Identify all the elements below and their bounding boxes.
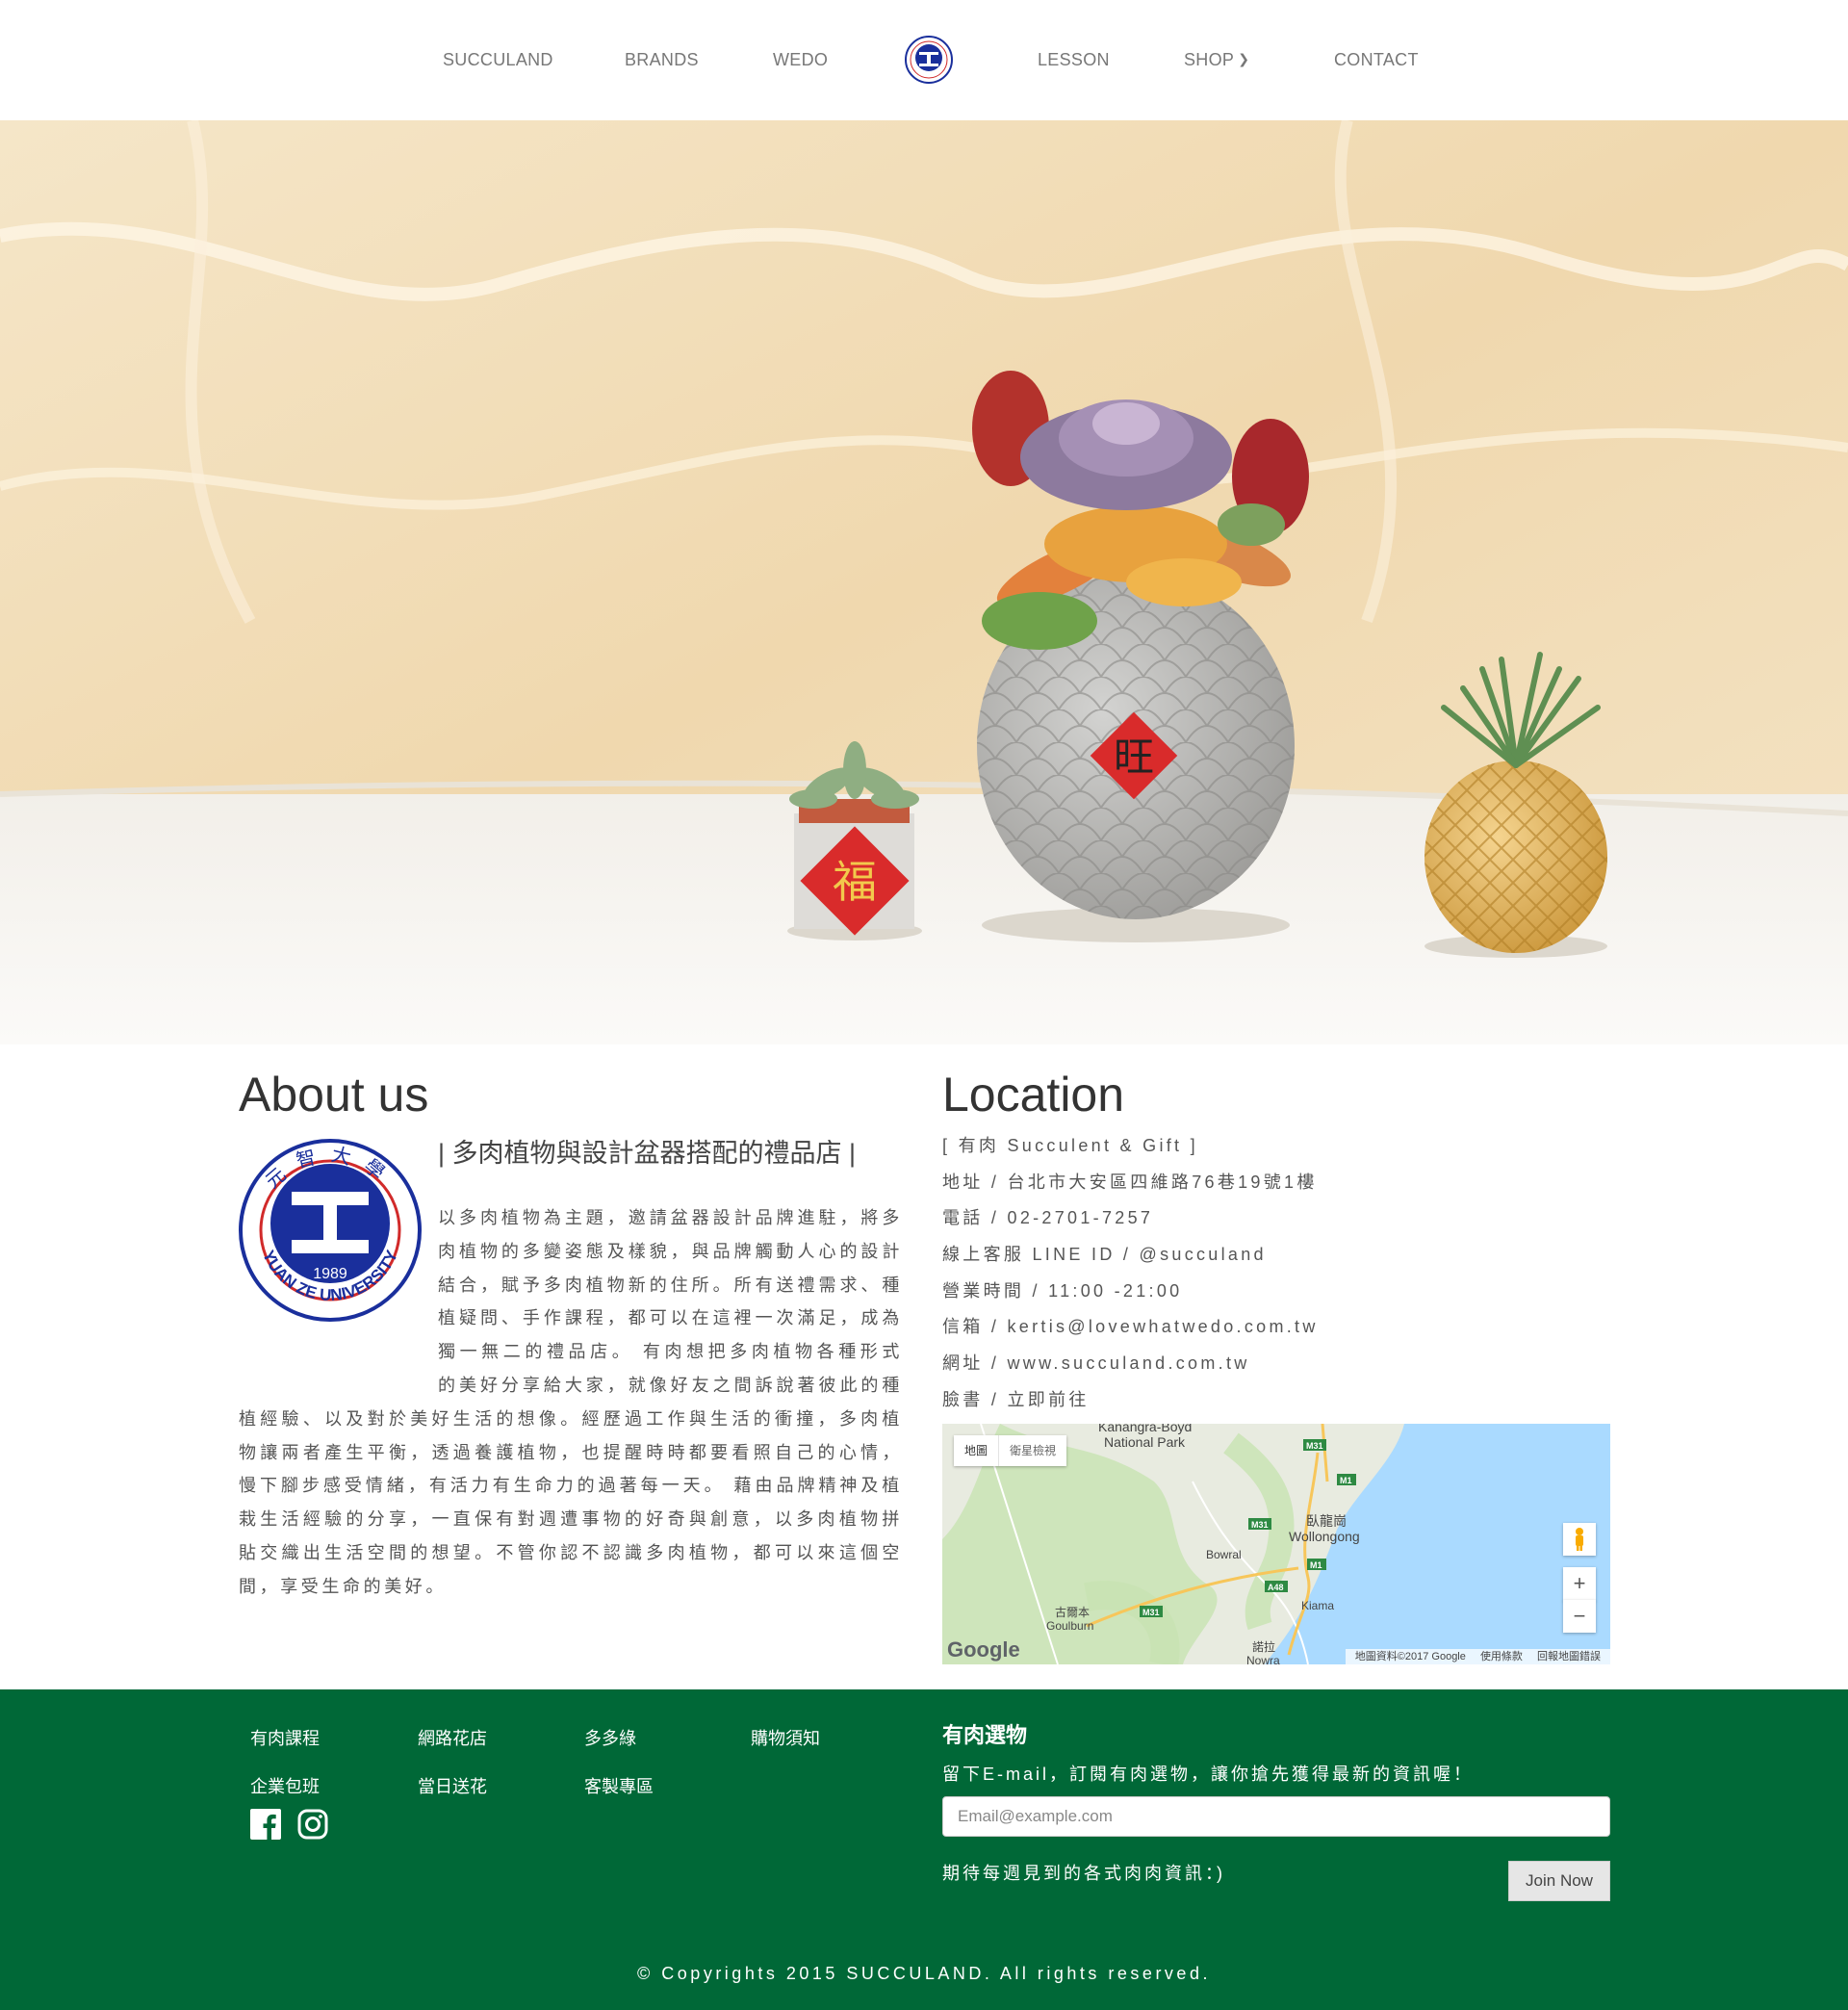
- pot-left-character: 福: [833, 856, 877, 908]
- road-sign: A48: [1268, 1583, 1284, 1592]
- footer-link-online-florist[interactable]: 網路花店: [418, 1725, 487, 1750]
- road-sign: M1: [1310, 1560, 1322, 1570]
- road-sign: M31: [1142, 1608, 1160, 1617]
- store-phone: 電話 / 02-2701-7257: [942, 1208, 1154, 1228]
- top-navigation: SUCCULAND BRANDS WEDO LESSON SHOP ❯ CONTA…: [0, 0, 1848, 121]
- store-facebook[interactable]: 臉書 / 立即前往: [942, 1385, 1319, 1422]
- map-label-wollongong-zh: 臥龍崗: [1306, 1513, 1347, 1529]
- map-label-nowra-zh: 諾拉: [1252, 1639, 1275, 1654]
- map-label-kiama: Kiama: [1301, 1599, 1334, 1612]
- map-type-map[interactable]: 地圖: [954, 1435, 998, 1466]
- nav-shop-label: SHOP: [1184, 50, 1235, 69]
- location-title: Location: [942, 1068, 1125, 1121]
- about-subtitle: | 多肉植物與設計盆器搭配的禮品店 |: [438, 1139, 857, 1168]
- newsletter-description: 留下E-mail，訂閱有肉選物，讓你搶先獲得最新的資訊喔！: [942, 1765, 1475, 1784]
- map-report-link[interactable]: 回報地圖錯誤: [1537, 1651, 1601, 1662]
- store-hours: 營業時間 / 11:00 -21:00: [942, 1280, 1183, 1301]
- copyright: © Copyrights 2015 SUCCULAND. All rights …: [637, 1964, 1211, 1983]
- footer-link-same-day-delivery[interactable]: 當日送花: [418, 1773, 487, 1798]
- zoom-in-button[interactable]: +: [1563, 1567, 1596, 1601]
- footer-link-corporate-class[interactable]: 企業包班: [250, 1773, 320, 1798]
- nav-wedo[interactable]: WEDO: [773, 50, 828, 70]
- pot-center-character: 旺: [1114, 734, 1154, 781]
- instagram-icon[interactable]: [297, 1809, 328, 1840]
- nav-succuland[interactable]: SUCCULAND: [443, 50, 553, 70]
- join-now-button[interactable]: Join Now: [1508, 1861, 1610, 1901]
- facebook-icon[interactable]: [250, 1809, 281, 1840]
- newsletter-title: 有肉選物: [942, 1723, 1028, 1747]
- map-label-goulburn: Goulburn: [1046, 1619, 1093, 1633]
- newsletter-hint: 期待每週見到的各式肉肉資訊：): [942, 1864, 1225, 1883]
- store-line-id: 線上客服 LINE ID / @succuland: [942, 1245, 1267, 1265]
- nav-lesson[interactable]: LESSON: [1038, 50, 1110, 70]
- google-logo: Google: [947, 1637, 1020, 1662]
- map-data-credit: 地圖資料©2017 Google: [1354, 1651, 1466, 1662]
- about-body: 以多肉植物為主題，邀請盆器設計品牌進駐，將多肉植物的多變姿態及樣貌，與品牌觸動人…: [239, 1201, 903, 1604]
- zoom-out-button[interactable]: −: [1563, 1600, 1596, 1633]
- map-attribution: 地圖資料©2017 Google 使用條款 回報地圖錯誤: [1345, 1649, 1610, 1664]
- store-website[interactable]: 網址 / www.succuland.com.tw: [942, 1349, 1319, 1385]
- map-type-satellite[interactable]: 衛星檢視: [998, 1435, 1066, 1466]
- footer-link-lessons[interactable]: 有肉課程: [250, 1725, 320, 1750]
- google-map[interactable]: M31 M1 M31 M1 A48 M31 Kanangra-Boyd Nati…: [942, 1424, 1610, 1664]
- footer-link-shopping-info[interactable]: 購物須知: [751, 1725, 820, 1750]
- map-label-kanangra: Kanangra-Boyd: [1098, 1424, 1192, 1434]
- map-type-control: 地圖 衛星檢視: [954, 1435, 1067, 1466]
- store-name: [ 有肉 Succulent & Gift ]: [942, 1136, 1198, 1155]
- map-label-goulburn-zh: 古爾本: [1055, 1605, 1090, 1619]
- about-title: About us: [239, 1068, 429, 1121]
- footer-link-custom-orders[interactable]: 客製專區: [584, 1773, 654, 1798]
- nav-shop[interactable]: SHOP ❯: [1184, 50, 1249, 70]
- street-view-pegman-icon[interactable]: [1563, 1523, 1596, 1556]
- hero-image: 福 旺: [0, 120, 1848, 1044]
- road-sign: M31: [1251, 1520, 1269, 1530]
- footer-link-duoduolv[interactable]: 多多綠: [584, 1725, 636, 1750]
- map-label-wollongong: Wollongong: [1289, 1529, 1360, 1544]
- map-terms-link[interactable]: 使用條款: [1480, 1651, 1523, 1662]
- chevron-down-icon: ❯: [1238, 51, 1250, 66]
- nav-contact[interactable]: CONTACT: [1334, 50, 1419, 70]
- newsletter-email-input[interactable]: [942, 1796, 1610, 1837]
- road-sign: M31: [1306, 1441, 1323, 1451]
- hero-banner: 福 旺: [0, 120, 1848, 1044]
- store-address: 地址 / 台北市大安區四維路76巷19號1樓: [942, 1172, 1318, 1192]
- pegman-icon: [1576, 1528, 1583, 1551]
- store-email[interactable]: 信箱 / kertis@lovewhatwedo.com.tw: [942, 1312, 1319, 1349]
- map-label-nowra: Nowra: [1246, 1654, 1280, 1664]
- road-sign: M1: [1340, 1476, 1352, 1485]
- nav-brands[interactable]: BRANDS: [625, 50, 699, 70]
- university-logo-icon[interactable]: [905, 36, 953, 84]
- map-label-national-park: National Park: [1104, 1434, 1186, 1450]
- map-label-bowral: Bowral: [1206, 1548, 1242, 1561]
- location-details: [ 有肉 Succulent & Gift ] 地址 / 台北市大安區四維路76…: [942, 1131, 1319, 1422]
- logo-spacer: [239, 1201, 438, 1402]
